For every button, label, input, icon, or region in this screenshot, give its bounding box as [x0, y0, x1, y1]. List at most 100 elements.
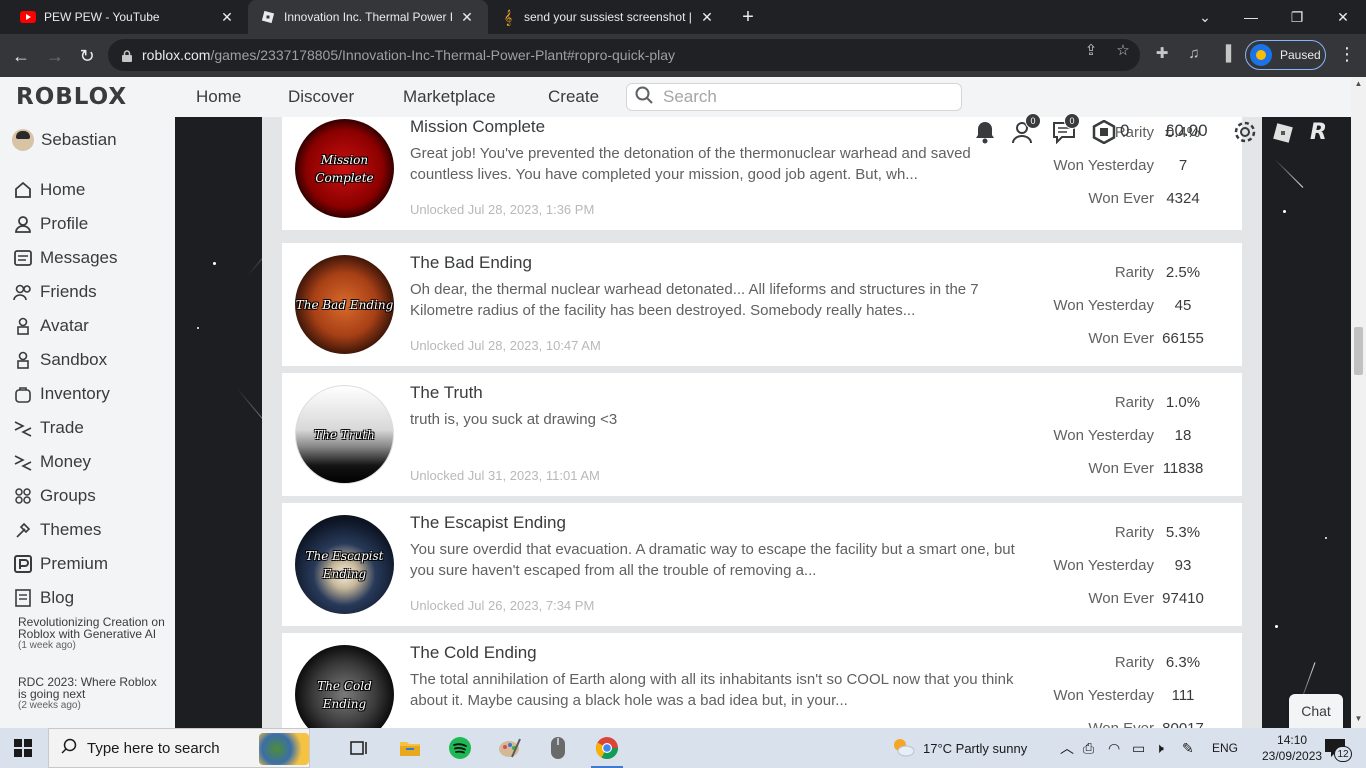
wifi-icon[interactable]: ◠: [1108, 728, 1120, 768]
sidebar-item-groups[interactable]: Groups: [12, 483, 96, 509]
badge-card[interactable]: The Bad Ending The Bad Ending Oh dear, t…: [282, 243, 1242, 366]
show-hidden-icons-icon[interactable]: ︿: [1060, 728, 1074, 768]
blog-post-title: Revolutionizing Creation on Roblox with …: [18, 615, 165, 641]
badge-card[interactable]: The Truth The Truth truth is, you suck a…: [282, 373, 1242, 496]
language-indicator[interactable]: ENG: [1212, 728, 1238, 768]
network-icon[interactable]: ▭: [1132, 728, 1145, 768]
badge-image-text: The Truth: [314, 427, 375, 442]
file-explorer-icon[interactable]: [390, 732, 430, 764]
pen-icon[interactable]: ✎: [1182, 728, 1194, 768]
sidebar-item-home[interactable]: Home: [12, 177, 85, 203]
notifications-icon[interactable]: 12: [1324, 728, 1352, 768]
close-tab-icon[interactable]: ✕: [698, 9, 716, 26]
browser-menu-icon[interactable]: ⋮: [1338, 44, 1356, 65]
badge-unlocked-date: Unlocked Jul 28, 2023, 1:36 PM: [410, 202, 595, 217]
sandbox-icon: [12, 349, 34, 371]
paint-icon[interactable]: [490, 732, 530, 764]
nav-create[interactable]: Create: [548, 87, 599, 107]
scrollbar-thumb[interactable]: [1354, 327, 1363, 375]
themes-icon: [12, 519, 34, 541]
badge-name[interactable]: The Cold Ending: [410, 643, 537, 663]
sidebar-item-messages[interactable]: Messages: [12, 245, 117, 271]
nav-home[interactable]: Home: [196, 87, 241, 107]
sidebar-item-money[interactable]: Money: [12, 449, 91, 475]
sidebar-item-sandbox[interactable]: Sandbox: [12, 347, 107, 373]
sidebar-user[interactable]: Sebastian: [12, 129, 117, 151]
clock[interactable]: 14:10 23/09/2023: [1262, 728, 1322, 768]
badge-unlocked-date: Unlocked Jul 31, 2023, 11:01 AM: [410, 468, 600, 483]
sidebar-item-profile[interactable]: Profile: [12, 211, 88, 237]
notification-count-badge: 12: [1334, 746, 1352, 762]
notifications-bell-icon[interactable]: [974, 120, 996, 149]
robux-icon[interactable]: [1092, 119, 1116, 149]
minimize-button[interactable]: —: [1228, 0, 1274, 34]
balance-amount[interactable]: £0.00: [1165, 121, 1208, 141]
sidebar-item-avatar[interactable]: Avatar: [12, 313, 89, 339]
windows-start-icon[interactable]: [14, 739, 32, 762]
badge-name[interactable]: The Truth: [410, 383, 483, 403]
close-tab-icon[interactable]: ✕: [458, 9, 476, 26]
spotify-icon[interactable]: [440, 732, 480, 764]
mouse-app-icon[interactable]: [538, 732, 578, 764]
sidebar-item-inventory[interactable]: Inventory: [12, 381, 110, 407]
sidebar-item-blog[interactable]: Blog: [12, 585, 74, 611]
taskbar-search-input[interactable]: Type here to search: [48, 728, 310, 768]
tab-youtube[interactable]: PEW PEW - YouTube ✕: [8, 0, 248, 34]
badge-name[interactable]: The Bad Ending: [410, 253, 532, 273]
tab-search-icon[interactable]: ⌄: [1182, 0, 1228, 34]
chat-button[interactable]: Chat: [1289, 694, 1343, 728]
badge-card[interactable]: The Escapist Ending The Escapist Ending …: [282, 503, 1242, 626]
sidebar-item-premium[interactable]: Premium: [12, 551, 108, 577]
close-window-button[interactable]: ✕: [1320, 0, 1366, 34]
robux-count[interactable]: 0: [1120, 121, 1129, 141]
side-panel-icon[interactable]: ▐: [1217, 44, 1235, 62]
maximize-button[interactable]: ❐: [1274, 0, 1320, 34]
badge-name[interactable]: Mission Complete: [410, 117, 545, 137]
star-decoration: [1325, 537, 1327, 539]
blog-post-link[interactable]: Revolutionizing Creation on Roblox with …: [18, 616, 168, 652]
ropro-icon[interactable]: R: [1310, 120, 1327, 145]
tab-roblox[interactable]: Innovation Inc. Thermal Power Pl ✕: [248, 0, 488, 34]
nav-marketplace[interactable]: Marketplace: [403, 87, 496, 107]
new-tab-button[interactable]: +: [736, 6, 760, 28]
roblox-studio-icon[interactable]: [1272, 122, 1294, 149]
address-bar[interactable]: roblox.com/games/2337178805/Innovation-I…: [108, 39, 1140, 71]
sidebar-item-trade[interactable]: Trade: [12, 415, 84, 441]
sidebar-item-themes[interactable]: Themes: [12, 517, 101, 543]
close-tab-icon[interactable]: ✕: [218, 9, 236, 26]
roblox-header: ROBLOX Home Discover Marketplace Create …: [0, 77, 1351, 117]
tab-discord[interactable]: 𝄞 send your sussiest screenshot | m ✕: [488, 0, 728, 34]
badge-image: The Cold Ending: [295, 645, 394, 728]
roblox-logo[interactable]: ROBLOX: [16, 84, 127, 110]
scroll-up-arrow-icon[interactable]: ▲: [1354, 79, 1363, 88]
search-input[interactable]: Search: [626, 83, 962, 111]
rarity-value: 5.3%: [1165, 524, 1201, 541]
clock-time: 14:10: [1277, 733, 1308, 747]
share-icon[interactable]: ⇪: [1082, 41, 1100, 59]
rarity-value: 6.3%: [1165, 654, 1201, 671]
extensions-icon[interactable]: ✚: [1153, 44, 1171, 62]
forward-button[interactable]: →: [42, 43, 68, 69]
badge-name[interactable]: The Escapist Ending: [410, 513, 566, 533]
reload-button[interactable]: ↻: [74, 43, 100, 69]
nav-discover[interactable]: Discover: [288, 87, 354, 107]
blog-post-link[interactable]: RDC 2023: Where Roblox is going next (2 …: [18, 676, 168, 712]
weather-widget[interactable]: 17°C Partly sunny: [891, 728, 1027, 768]
page-scrollbar[interactable]: ▲ ▼: [1351, 77, 1366, 728]
badges-list: Mission Complete Mission Complete Great …: [262, 117, 1262, 728]
home-icon: [12, 179, 34, 201]
back-button[interactable]: ←: [8, 43, 34, 69]
scroll-down-arrow-icon[interactable]: ▼: [1354, 714, 1363, 723]
task-view-icon[interactable]: [340, 732, 380, 764]
sidebar-item-friends[interactable]: Friends: [12, 279, 97, 305]
volume-icon[interactable]: 🕨: [1155, 728, 1164, 768]
meet-now-icon[interactable]: ⎙: [1083, 728, 1094, 768]
settings-gear-icon[interactable]: [1233, 120, 1257, 149]
media-control-icon[interactable]: ♫: [1185, 44, 1203, 62]
chrome-icon[interactable]: [587, 732, 627, 768]
rarity-label: Rarity: [1114, 654, 1154, 671]
shooting-star-decoration: [1274, 158, 1304, 188]
bookmark-star-icon[interactable]: ☆: [1114, 41, 1132, 59]
profile-paused-button[interactable]: Paused: [1245, 40, 1326, 70]
badge-card[interactable]: The Cold Ending The Cold Ending The tota…: [282, 633, 1242, 728]
